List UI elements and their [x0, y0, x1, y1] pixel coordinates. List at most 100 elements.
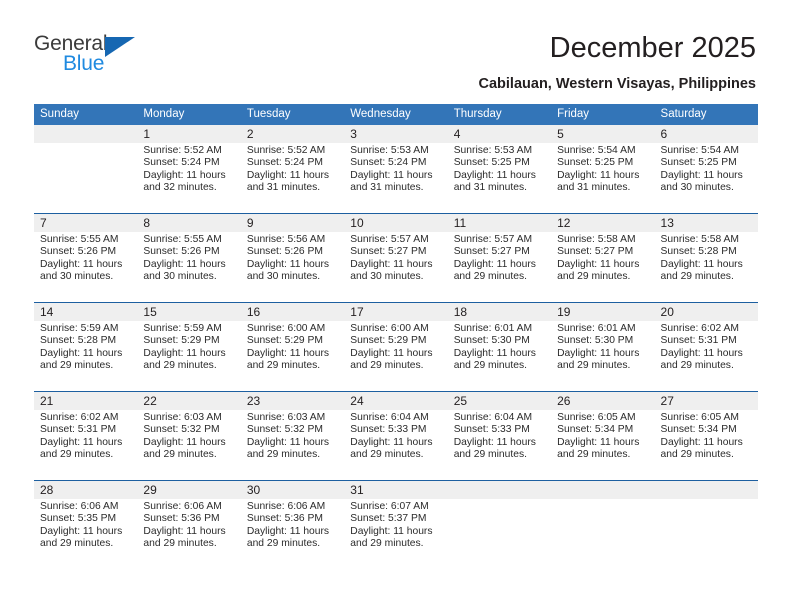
- triangle-icon: [105, 37, 135, 57]
- daylight-text: Daylight: 11 hours: [453, 436, 536, 448]
- calendar-day-cell[interactable]: 27 Sunrise: 6:05 AM Sunset: 5:34 PM Dayligh…: [654, 392, 758, 480]
- day-number: 7: [40, 216, 47, 230]
- day-details: Sunrise: 6:00 AM Sunset: 5:29 PM Daylight:…: [344, 321, 447, 373]
- daylight-text: and 29 minutes.: [660, 271, 734, 283]
- day-number: 24: [350, 394, 364, 408]
- day-details: Sunrise: 6:01 AM Sunset: 5:30 PM Daylight:…: [551, 321, 654, 373]
- calendar-week-row: 28 Sunrise: 6:06 AM Sunset: 5:35 PM Dayligh…: [34, 480, 758, 569]
- page-subtitle: Cabilauan, Western Visayas, Philippines: [478, 76, 756, 92]
- sunset-text: Sunset: 5:26 PM: [143, 246, 220, 258]
- calendar-day-cell[interactable]: 18 Sunrise: 6:01 AM Sunset: 5:30 PM Dayligh…: [447, 303, 552, 391]
- day-number-band: 14: [34, 303, 138, 321]
- calendar-day-cell[interactable]: 22 Sunrise: 6:03 AM Sunset: 5:32 PM Dayligh…: [137, 392, 241, 480]
- calendar-week-row: 14 Sunrise: 5:59 AM Sunset: 5:28 PM Dayligh…: [34, 302, 758, 391]
- day-number-band: 10: [344, 214, 448, 232]
- general-blue-logo[interactable]: General Blue: [34, 33, 184, 81]
- daylight-text: Daylight: 11 hours: [40, 347, 123, 359]
- day-number-band: 1: [137, 125, 241, 143]
- calendar-day-cell[interactable]: 29 Sunrise: 6:06 AM Sunset: 5:36 PM Dayligh…: [137, 481, 241, 569]
- day-details: Sunrise: 5:58 AM Sunset: 5:27 PM Daylight:…: [551, 232, 654, 284]
- calendar-day-cell[interactable]: 23 Sunrise: 6:03 AM Sunset: 5:32 PM Dayligh…: [240, 392, 345, 480]
- day-details: Sunrise: 6:07 AM Sunset: 5:37 PM Daylight:…: [344, 499, 447, 551]
- calendar-day-cell[interactable]: 7 Sunrise: 5:55 AM Sunset: 5:26 PM Daylight…: [34, 214, 138, 302]
- sunset-text: Sunset: 5:30 PM: [557, 335, 634, 347]
- sunset-text: Sunset: 5:36 PM: [143, 513, 220, 525]
- day-number: 4: [453, 127, 461, 141]
- day-number: 2: [246, 127, 254, 141]
- daylight-text: Daylight: 11 hours: [350, 258, 433, 270]
- week-cells: 14 Sunrise: 5:59 AM Sunset: 5:28 PM Dayligh…: [34, 303, 758, 391]
- sunset-text: Sunset: 5:31 PM: [660, 335, 737, 347]
- day-number: 31: [350, 483, 364, 497]
- daylight-text: Daylight: 11 hours: [350, 169, 433, 181]
- daylight-text: Daylight: 11 hours: [143, 436, 226, 448]
- calendar-day-cell[interactable]: 24 Sunrise: 6:04 AM Sunset: 5:33 PM Dayligh…: [344, 392, 448, 480]
- sunset-text: Sunset: 5:29 PM: [143, 335, 220, 347]
- daylight-text: and 29 minutes.: [660, 360, 734, 372]
- sunrise-text: Sunrise: 6:01 AM: [557, 323, 636, 334]
- day-number-band: 19: [551, 303, 655, 321]
- calendar-day-cell[interactable]: 1 Sunrise: 5:52 AM Sunset: 5:24 PM Daylight…: [137, 125, 241, 213]
- sunrise-text: Sunrise: 6:06 AM: [40, 501, 119, 512]
- sunset-text: Sunset: 5:35 PM: [40, 513, 117, 525]
- day-number: 28: [40, 483, 54, 497]
- daylight-text: and 29 minutes.: [40, 538, 114, 550]
- daylight-text: Daylight: 11 hours: [660, 436, 743, 448]
- day-number: 26: [557, 394, 571, 408]
- calendar-day-cell[interactable]: 31 Sunrise: 6:07 AM Sunset: 5:37 PM Dayligh…: [344, 481, 448, 569]
- day-number: 1: [143, 127, 151, 141]
- calendar-day-cell[interactable]: 12 Sunrise: 5:58 AM Sunset: 5:27 PM Dayligh…: [551, 214, 655, 302]
- daylight-text: Daylight: 11 hours: [246, 258, 330, 270]
- calendar-day-cell[interactable]: 16 Sunrise: 6:00 AM Sunset: 5:29 PM Dayligh…: [240, 303, 345, 391]
- sunrise-text: Sunrise: 5:55 AM: [143, 234, 222, 245]
- daylight-text: Daylight: 11 hours: [660, 169, 743, 181]
- sunset-text: Sunset: 5:32 PM: [246, 424, 323, 436]
- sunrise-text: Sunrise: 5:58 AM: [660, 234, 739, 245]
- calendar-day-cell-empty: [654, 481, 758, 569]
- day-number: 25: [453, 394, 468, 408]
- daylight-text: and 29 minutes.: [350, 449, 424, 461]
- daylight-text: and 29 minutes.: [453, 271, 527, 283]
- calendar-day-cell[interactable]: 13 Sunrise: 5:58 AM Sunset: 5:28 PM Dayligh…: [654, 214, 758, 302]
- sunrise-text: Sunrise: 6:03 AM: [143, 412, 222, 423]
- calendar-day-cell[interactable]: 20 Sunrise: 6:02 AM Sunset: 5:31 PM Dayligh…: [654, 303, 758, 391]
- calendar-grid: Sunday Monday Tuesday Wednesday Thursday Frid…: [34, 104, 758, 569]
- calendar-day-cell[interactable]: 8 Sunrise: 5:55 AM Sunset: 5:26 PM Daylight…: [137, 214, 241, 302]
- calendar-week-row: 7 Sunrise: 5:55 AM Sunset: 5:26 PM Daylight…: [34, 213, 758, 302]
- daylight-text: Daylight: 11 hours: [143, 258, 226, 270]
- calendar-day-cell[interactable]: 5 Sunrise: 5:54 AM Sunset: 5:25 PM Daylight…: [551, 125, 655, 213]
- daylight-text: and 29 minutes.: [350, 538, 424, 550]
- sunrise-text: Sunrise: 5:55 AM: [40, 234, 119, 245]
- calendar-day-cell[interactable]: 26 Sunrise: 6:05 AM Sunset: 5:34 PM Dayligh…: [551, 392, 655, 480]
- sunrise-text: Sunrise: 5:57 AM: [350, 234, 429, 245]
- daylight-text: and 29 minutes.: [143, 449, 217, 461]
- calendar-day-cell[interactable]: 3 Sunrise: 5:53 AM Sunset: 5:24 PM Daylight…: [344, 125, 448, 213]
- calendar-day-cell[interactable]: 25 Sunrise: 6:04 AM Sunset: 5:33 PM Dayligh…: [447, 392, 552, 480]
- daylight-text: and 29 minutes.: [453, 360, 527, 372]
- calendar-day-cell[interactable]: 10 Sunrise: 5:57 AM Sunset: 5:27 PM Dayligh…: [344, 214, 448, 302]
- calendar-day-cell[interactable]: 9 Sunrise: 5:56 AM Sunset: 5:26 PM Daylight…: [240, 214, 345, 302]
- calendar-day-cell[interactable]: 30 Sunrise: 6:06 AM Sunset: 5:36 PM Dayligh…: [240, 481, 345, 569]
- calendar-day-cell[interactable]: 15 Sunrise: 5:59 AM Sunset: 5:29 PM Dayligh…: [137, 303, 241, 391]
- day-number-band: [34, 125, 138, 143]
- calendar-day-cell[interactable]: 4 Sunrise: 5:53 AM Sunset: 5:25 PM Daylight…: [447, 125, 552, 213]
- day-number-band: 7: [34, 214, 138, 232]
- calendar-day-cell[interactable]: 21 Sunrise: 6:02 AM Sunset: 5:31 PM Dayligh…: [34, 392, 138, 480]
- calendar-day-cell[interactable]: 14 Sunrise: 5:59 AM Sunset: 5:28 PM Dayligh…: [34, 303, 138, 391]
- calendar-day-cell[interactable]: 28 Sunrise: 6:06 AM Sunset: 5:35 PM Dayligh…: [34, 481, 138, 569]
- daylight-text: and 29 minutes.: [246, 360, 321, 372]
- daylight-text: and 29 minutes.: [660, 449, 734, 461]
- calendar-day-cell[interactable]: 2 Sunrise: 5:52 AM Sunset: 5:24 PM Daylight…: [240, 125, 345, 213]
- calendar-day-cell[interactable]: 6 Sunrise: 5:54 AM Sunset: 5:25 PM Daylight…: [654, 125, 758, 213]
- sunrise-text: Sunrise: 5:54 AM: [557, 145, 636, 156]
- calendar-day-cell[interactable]: 17 Sunrise: 6:00 AM Sunset: 5:29 PM Dayligh…: [344, 303, 448, 391]
- day-details: [448, 499, 551, 501]
- sunset-text: Sunset: 5:31 PM: [40, 424, 117, 436]
- day-number-band: 22: [137, 392, 241, 410]
- day-details: Sunrise: 6:03 AM Sunset: 5:32 PM Daylight:…: [241, 410, 344, 462]
- day-details: Sunrise: 5:54 AM Sunset: 5:25 PM Daylight:…: [655, 143, 758, 195]
- day-details: Sunrise: 5:52 AM Sunset: 5:24 PM Daylight:…: [137, 143, 240, 195]
- day-number: 16: [246, 305, 261, 319]
- calendar-day-cell[interactable]: 11 Sunrise: 5:57 AM Sunset: 5:27 PM Dayligh…: [447, 214, 552, 302]
- calendar-day-cell[interactable]: 19 Sunrise: 6:01 AM Sunset: 5:30 PM Dayligh…: [551, 303, 655, 391]
